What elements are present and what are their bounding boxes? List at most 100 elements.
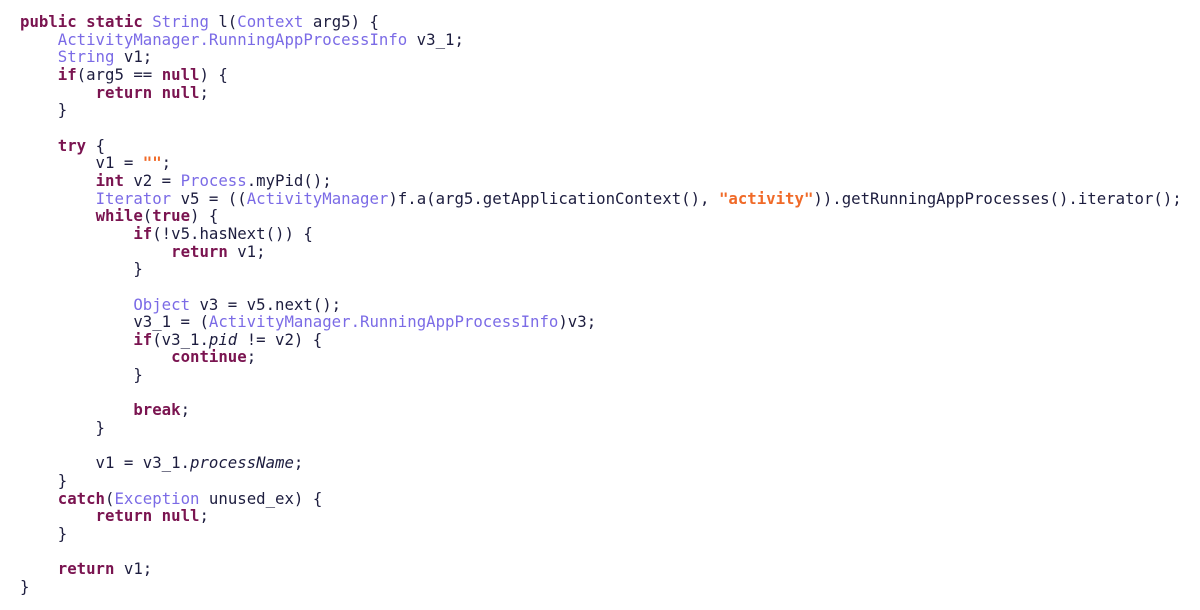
code-line: v1 = ""; <box>20 154 1182 172</box>
code-token: } <box>20 100 68 120</box>
code-line: v1 = v3_1.processName; <box>20 454 1182 472</box>
code-line: break; <box>20 401 1182 419</box>
code-line: } <box>20 472 1182 490</box>
code-token: )f.a(arg5.getApplicationContext(), <box>388 188 719 208</box>
code-line: int v2 = Process.myPid(); <box>20 172 1182 190</box>
code-token: } <box>20 524 68 544</box>
keyword-token: true <box>152 206 191 226</box>
code-token: v1 = <box>20 153 143 173</box>
code-token: { <box>86 135 106 155</box>
code-line: } <box>20 101 1182 119</box>
code-token: ; <box>161 153 172 173</box>
code-token: } <box>20 418 106 438</box>
keyword-token: int <box>95 170 124 190</box>
type-token: Context <box>237 12 304 31</box>
code-line: Object v3 = v5.next(); <box>20 294 1182 314</box>
code-line: if(!v5.hasNext()) { <box>20 225 1182 243</box>
keyword-token: break <box>133 400 181 420</box>
code-token: ; <box>293 453 304 473</box>
type-token: Process <box>180 170 247 190</box>
code-line: return null; <box>20 82 1182 102</box>
code-token: unused_ex) { <box>199 488 323 508</box>
code-token: )v3; <box>558 312 597 332</box>
code-line: if(v3_1.pid != v2) { <box>20 329 1182 349</box>
keyword-token: while <box>95 206 143 226</box>
code-token: } <box>20 471 68 491</box>
keyword-token: if <box>133 223 153 243</box>
code-token: ; <box>199 506 209 526</box>
code-token: arg5) { <box>303 12 379 31</box>
code-line: } <box>20 419 1182 437</box>
code-token: } <box>20 259 143 279</box>
code-token: ; <box>180 400 191 420</box>
code-line: ActivityManager.RunningAppProcessInfo v3… <box>20 29 1182 49</box>
code-line: } <box>20 260 1182 278</box>
type-token: Exception <box>114 488 200 508</box>
code-token: } <box>20 577 30 596</box>
code-line: public static String l(Context arg5) { <box>20 13 1182 31</box>
type-token: String <box>57 47 115 67</box>
keyword-token: try <box>57 135 87 155</box>
code-token: (!v5.hasNext()) { <box>152 223 313 243</box>
field-token: pid <box>208 329 238 349</box>
type-token: ActivityManager.RunningAppProcessInfo <box>208 312 559 332</box>
code-view: public static String l(Context arg5) { A… <box>20 13 1182 596</box>
code-line: v3_1 = (ActivityManager.RunningAppProces… <box>20 313 1182 331</box>
code-token: ; <box>246 347 257 367</box>
keyword-token: continue <box>171 347 247 367</box>
keyword-token: if <box>57 64 77 84</box>
code-line: } <box>20 578 1182 596</box>
type-token: String <box>152 12 209 31</box>
code-token: } <box>20 365 143 385</box>
code-line: while(true) { <box>20 207 1182 225</box>
keyword-token: return null <box>95 506 200 526</box>
string-token: "" <box>142 153 162 173</box>
code-token: v1; <box>114 559 153 579</box>
type-token: Object <box>133 294 191 314</box>
code-token: ) { <box>199 64 228 84</box>
code-token: v1; <box>114 47 153 67</box>
code-token: (v3_1. <box>152 329 209 349</box>
keyword-token: return <box>171 241 228 261</box>
code-token: ; <box>199 82 209 102</box>
code-token: v3_1 = ( <box>20 312 209 332</box>
keyword-token: if <box>133 329 153 349</box>
code-line: String v1; <box>20 48 1182 66</box>
code-line: catch(Exception unused_ex) { <box>20 488 1182 508</box>
code-line: return v1; <box>20 560 1182 578</box>
code-token: v1; <box>227 241 266 261</box>
keyword-token: return null <box>95 82 200 102</box>
code-token: l( <box>208 12 238 31</box>
code-line: return v1; <box>20 241 1182 261</box>
code-token: ( <box>142 206 153 226</box>
code-token: )).getRunningAppProcesses().iterator(); <box>813 188 1182 208</box>
code-token: .myPid(); <box>246 170 332 190</box>
code-token: ) { <box>190 206 219 226</box>
code-line: continue; <box>20 348 1182 366</box>
string-token: "activity" <box>718 188 814 208</box>
code-line: if(arg5 == null) { <box>20 66 1182 84</box>
field-token: processName <box>190 453 294 473</box>
code-token: (arg5 == <box>76 64 162 84</box>
type-token: ActivityManager <box>246 188 389 208</box>
type-token: ActivityManager.RunningAppProcessInfo <box>57 29 408 49</box>
code-line: return null; <box>20 507 1182 525</box>
